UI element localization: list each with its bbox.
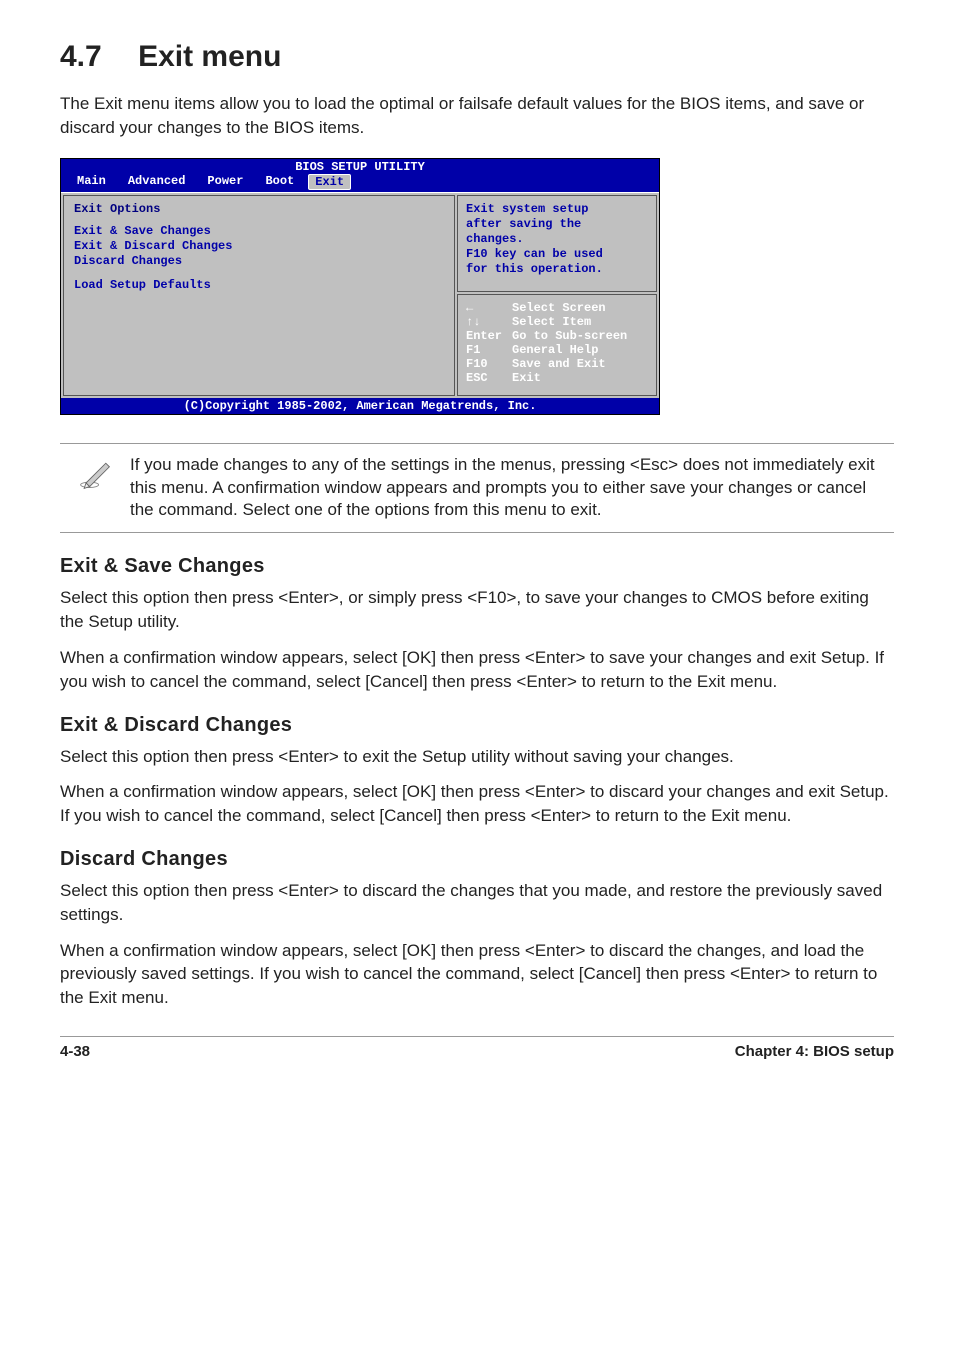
bios-nav-panel: ←Select Screen ↑↓Select Item EnterGo to … xyxy=(457,294,657,396)
bios-menu-item[interactable]: Load Setup Defaults xyxy=(74,278,444,292)
help-line: for this operation. xyxy=(466,262,648,277)
paragraph: When a confirmation window appears, sele… xyxy=(60,646,894,694)
paragraph: When a confirmation window appears, sele… xyxy=(60,939,894,1010)
bios-menu-item[interactable]: Exit & Discard Changes xyxy=(74,239,444,253)
bios-left-header: Exit Options xyxy=(74,202,444,216)
nav-label: Save and Exit xyxy=(512,357,606,371)
bios-tab-main[interactable]: Main xyxy=(69,174,120,190)
nav-key-f10: F10 xyxy=(466,357,512,371)
bios-title: BIOS SETUP UTILITY xyxy=(61,159,659,174)
nav-label: Select Screen xyxy=(512,301,606,315)
nav-label: Exit xyxy=(512,371,541,385)
nav-row: ←Select Screen xyxy=(466,301,648,315)
nav-key-enter: Enter xyxy=(466,329,512,343)
nav-row: EnterGo to Sub-screen xyxy=(466,329,648,343)
help-line: Exit system setup xyxy=(466,202,648,217)
intro-paragraph: The Exit menu items allow you to load th… xyxy=(60,92,894,140)
heading-discard: Discard Changes xyxy=(60,848,894,871)
title-text: Exit menu xyxy=(138,40,281,73)
page-footer: 4-38 Chapter 4: BIOS setup xyxy=(60,1036,894,1060)
nav-row: F1General Help xyxy=(466,343,648,357)
heading-exit-discard: Exit & Discard Changes xyxy=(60,714,894,737)
nav-label: General Help xyxy=(512,343,598,357)
bios-copyright: (C)Copyright 1985-2002, American Megatre… xyxy=(61,398,659,414)
nav-key-f1: F1 xyxy=(466,343,512,357)
nav-row: ↑↓Select Item xyxy=(466,315,648,329)
heading-exit-save: Exit & Save Changes xyxy=(60,555,894,578)
bios-tab-exit[interactable]: Exit xyxy=(308,174,351,190)
bios-screenshot: BIOS SETUP UTILITY Main Advanced Power B… xyxy=(60,158,660,415)
help-line: changes. xyxy=(466,232,648,247)
paragraph: When a confirmation window appears, sele… xyxy=(60,780,894,828)
pencil-note-icon xyxy=(60,454,130,523)
footer-page-number: 4-38 xyxy=(60,1043,90,1060)
nav-row: F10Save and Exit xyxy=(466,357,648,371)
bios-body: Exit Options Exit & Save Changes Exit & … xyxy=(61,192,659,398)
bios-left-panel: Exit Options Exit & Save Changes Exit & … xyxy=(63,195,455,396)
nav-row: ESCExit xyxy=(466,371,648,385)
spacer xyxy=(74,269,444,277)
nav-label: Go to Sub-screen xyxy=(512,329,627,343)
nav-label: Select Item xyxy=(512,315,591,329)
help-line: after saving the xyxy=(466,217,648,232)
paragraph: Select this option then press <Enter> to… xyxy=(60,879,894,927)
bios-menu-item[interactable]: Exit & Save Changes xyxy=(74,224,444,238)
page-title: 4.7 Exit menu xyxy=(60,40,894,74)
bios-tab-advanced[interactable]: Advanced xyxy=(120,174,200,190)
bios-tab-power[interactable]: Power xyxy=(199,174,257,190)
nav-key-arrows-updown-icon: ↑↓ xyxy=(466,315,512,329)
bios-tabs: Main Advanced Power Boot Exit xyxy=(61,174,659,192)
note-text: If you made changes to any of the settin… xyxy=(130,454,886,523)
footer-chapter: Chapter 4: BIOS setup xyxy=(735,1043,894,1060)
nav-key-esc: ESC xyxy=(466,371,512,385)
bios-tab-boot[interactable]: Boot xyxy=(257,174,308,190)
bios-menu-item[interactable]: Discard Changes xyxy=(74,254,444,268)
bios-right-panel: Exit system setup after saving the chang… xyxy=(457,195,657,396)
bios-help-panel: Exit system setup after saving the chang… xyxy=(457,195,657,292)
help-line: F10 key can be used xyxy=(466,247,648,262)
nav-key-arrow-left-icon: ← xyxy=(466,301,512,315)
paragraph: Select this option then press <Enter>, o… xyxy=(60,586,894,634)
section-number: 4.7 xyxy=(60,40,102,74)
note-box: If you made changes to any of the settin… xyxy=(60,443,894,534)
paragraph: Select this option then press <Enter> to… xyxy=(60,745,894,769)
